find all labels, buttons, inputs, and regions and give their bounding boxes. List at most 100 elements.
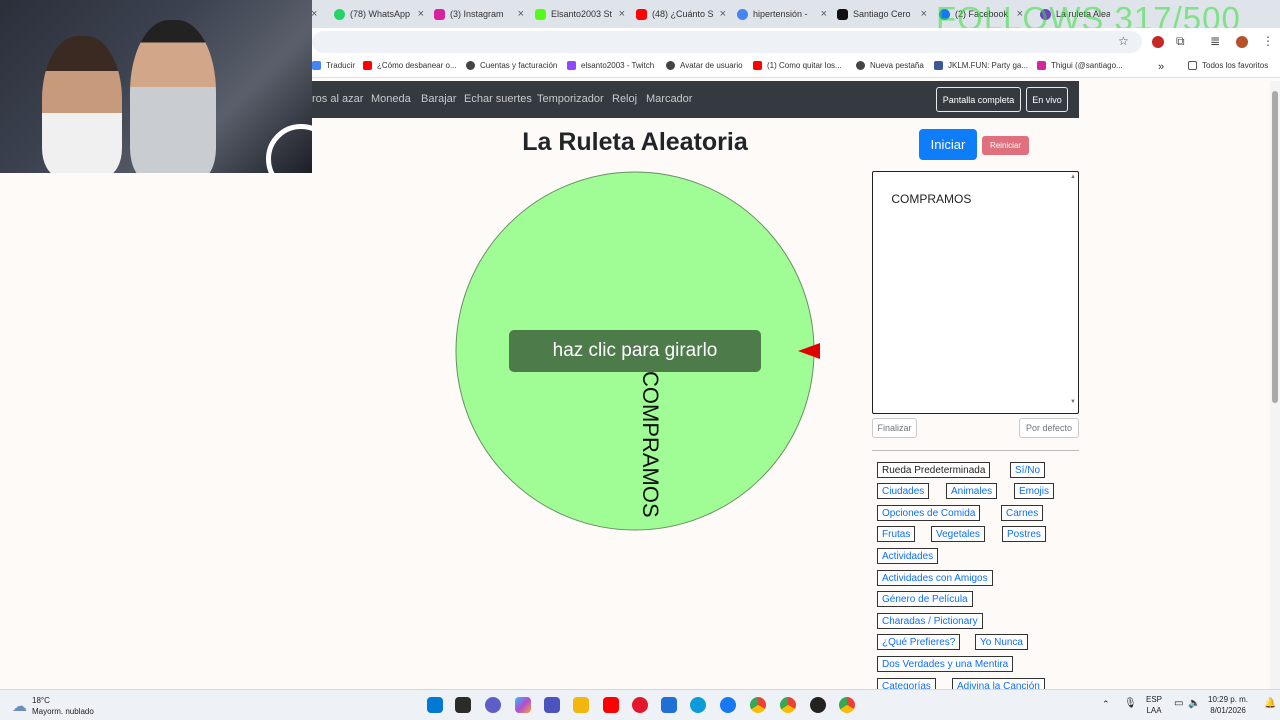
preset-button[interactable]: Sí/No	[1010, 462, 1046, 478]
tab-youtube[interactable]: (48) ¿Cuánto S ×	[636, 4, 726, 24]
tab-whatsapp[interactable]: (78) WhatsApp ×	[334, 4, 424, 24]
nav-link-temporizador[interactable]: Temporizador	[537, 93, 604, 105]
tab-instagram[interactable]: (3) Instagram ×	[434, 4, 524, 24]
bookmark-item[interactable]: (1) Como quitar los...	[753, 61, 842, 70]
preset-button[interactable]: Charadas / Pictionary	[877, 613, 983, 629]
preset-button[interactable]: ¿Qué Prefieres?	[877, 634, 961, 650]
preset-button[interactable]: Género de Película	[877, 591, 973, 607]
copilot-icon[interactable]	[515, 697, 531, 713]
preset-button[interactable]: Actividades	[877, 548, 939, 564]
task-view-icon[interactable]	[455, 697, 471, 713]
instagram-icon	[1037, 61, 1046, 70]
preset-button[interactable]: Yo Nunca	[975, 634, 1028, 650]
star-icon[interactable]: ☆	[1118, 34, 1129, 48]
preset-button[interactable]: Vegetales	[931, 526, 985, 542]
scroll-down-arrow-icon[interactable]: ▼	[1070, 399, 1076, 405]
preset-button[interactable]: Postres	[1002, 526, 1046, 542]
clock[interactable]: 10:29 p. m. 8/01/2026	[1208, 694, 1248, 716]
close-icon[interactable]: ×	[821, 8, 827, 20]
preset-button[interactable]: Animales	[946, 483, 998, 499]
chrome-icon[interactable]	[750, 697, 766, 713]
edge-icon[interactable]	[690, 697, 706, 713]
finish-button[interactable]: Finalizar	[872, 418, 917, 438]
streamer-left	[42, 36, 122, 173]
spin-prompt-button[interactable]: haz clic para girarlo	[509, 330, 761, 372]
close-icon[interactable]: ×	[418, 8, 424, 20]
preset-button[interactable]: Actividades con Amigos	[877, 570, 993, 586]
nav-link-barajar[interactable]: Barajar	[421, 93, 456, 105]
start-button[interactable]: Iniciar	[919, 129, 977, 160]
close-icon[interactable]: ×	[720, 8, 726, 20]
tab-tiktok[interactable]: Santiago Cero ×	[837, 4, 927, 24]
store-icon[interactable]	[661, 697, 677, 713]
tab-close-icon[interactable]: ×	[311, 4, 321, 24]
fullscreen-button[interactable]: Pantalla completa	[936, 87, 1021, 112]
nav-link-reloj[interactable]: Reloj	[612, 93, 637, 105]
bookmark-item[interactable]: ¿Cómo desbanear o...	[363, 61, 457, 70]
preset-button[interactable]: Rueda Predeterminada	[877, 462, 991, 478]
chrome-profile-icon[interactable]	[780, 697, 796, 713]
decorative-ring	[266, 124, 312, 173]
preset-button[interactable]: Dos Verdades y una Mentira	[877, 656, 1014, 672]
volume-icon[interactable]: 🔈	[1188, 698, 1200, 709]
bookmarks-overflow-chevron-icon[interactable]: »	[1158, 61, 1164, 73]
preset-button[interactable]: Emojis	[1014, 483, 1055, 499]
entries-text: COMPRAMOS	[891, 192, 972, 206]
chevron-up-icon[interactable]: ⌃	[1102, 699, 1110, 710]
whatsapp-icon	[334, 8, 345, 20]
entries-textarea[interactable]: COMPRAMOS ▲ ▼	[872, 171, 1079, 414]
bookmark-item[interactable]: Traducir	[312, 61, 355, 70]
preset-button[interactable]: Frutas	[877, 526, 916, 542]
preset-button[interactable]: Ciudades	[877, 483, 930, 499]
address-bar[interactable]	[312, 31, 1142, 53]
facebook-icon[interactable]	[720, 697, 736, 713]
tab-google[interactable]: hipertensión - ×	[737, 4, 827, 24]
page-scrollbar[interactable]	[1270, 81, 1280, 689]
nav-link-marcador[interactable]: Marcador	[646, 93, 692, 105]
default-button[interactable]: Por defecto	[1019, 418, 1079, 438]
chrome-icon[interactable]	[839, 697, 855, 713]
jklm-icon	[934, 61, 943, 70]
reading-list-icon[interactable]: ≣	[1210, 34, 1220, 48]
teams-icon[interactable]	[544, 697, 560, 713]
cloud-icon: ☁	[12, 698, 27, 715]
app-icon[interactable]	[810, 697, 826, 713]
tab-kick[interactable]: Elsanto2003 St ×	[535, 4, 625, 24]
network-icon[interactable]: ▭	[1174, 698, 1183, 709]
nav-link[interactable]: ros al azar	[312, 93, 363, 105]
all-bookmarks-folder[interactable]: Todos los favoritos	[1188, 61, 1268, 70]
youtube-icon	[753, 61, 762, 70]
nav-link-echar-suertes[interactable]: Echar suertes	[464, 93, 532, 105]
bookmark-item[interactable]: Thigui (@santiago...	[1037, 61, 1123, 70]
preset-button[interactable]: Carnes	[1001, 505, 1044, 521]
windows-start-icon[interactable]	[427, 697, 443, 713]
wheel-segment-label: COMPRAMOS	[638, 371, 663, 518]
scrollbar-thumb[interactable]	[1272, 91, 1278, 403]
youtube-icon[interactable]	[603, 697, 619, 713]
weather-widget[interactable]: ☁ 18°C Mayorm. nublado	[12, 695, 94, 717]
reset-button[interactable]: Reiniciar	[982, 136, 1029, 155]
extension-icon[interactable]	[1152, 36, 1164, 48]
puzzle-icon[interactable]: ⧉	[1176, 34, 1185, 49]
menu-kebab-icon[interactable]: ⋮	[1262, 34, 1274, 48]
live-button[interactable]: En vivo	[1026, 87, 1068, 112]
file-explorer-icon[interactable]	[573, 697, 589, 713]
preset-button[interactable]: Opciones de Comida	[877, 505, 981, 521]
opera-icon[interactable]	[632, 697, 648, 713]
nav-link-moneda[interactable]: Moneda	[371, 93, 411, 105]
close-icon[interactable]: ×	[921, 8, 927, 20]
bookmark-item[interactable]: Nueva pestaña	[856, 61, 924, 70]
language-indicator[interactable]: ESP LAA	[1146, 694, 1162, 716]
site-navbar: ros al azar Moneda Barajar Echar suertes…	[312, 81, 1079, 118]
profile-avatar-icon[interactable]	[1236, 36, 1248, 48]
notification-bell-icon[interactable]: 🔔	[1264, 698, 1276, 709]
close-icon[interactable]: ×	[619, 8, 625, 20]
microphone-icon[interactable]: 🎙	[1124, 698, 1137, 709]
bookmark-item[interactable]: JKLM.FUN: Party ga...	[934, 61, 1028, 70]
scroll-up-arrow-icon[interactable]: ▲	[1070, 174, 1076, 180]
chat-icon[interactable]	[485, 697, 501, 713]
bookmark-item[interactable]: Cuentas y facturación	[466, 61, 557, 70]
bookmark-item[interactable]: elsanto2003 - Twitch	[567, 61, 654, 70]
close-icon[interactable]: ×	[518, 8, 524, 20]
bookmark-item[interactable]: Avatar de usuario	[666, 61, 743, 70]
